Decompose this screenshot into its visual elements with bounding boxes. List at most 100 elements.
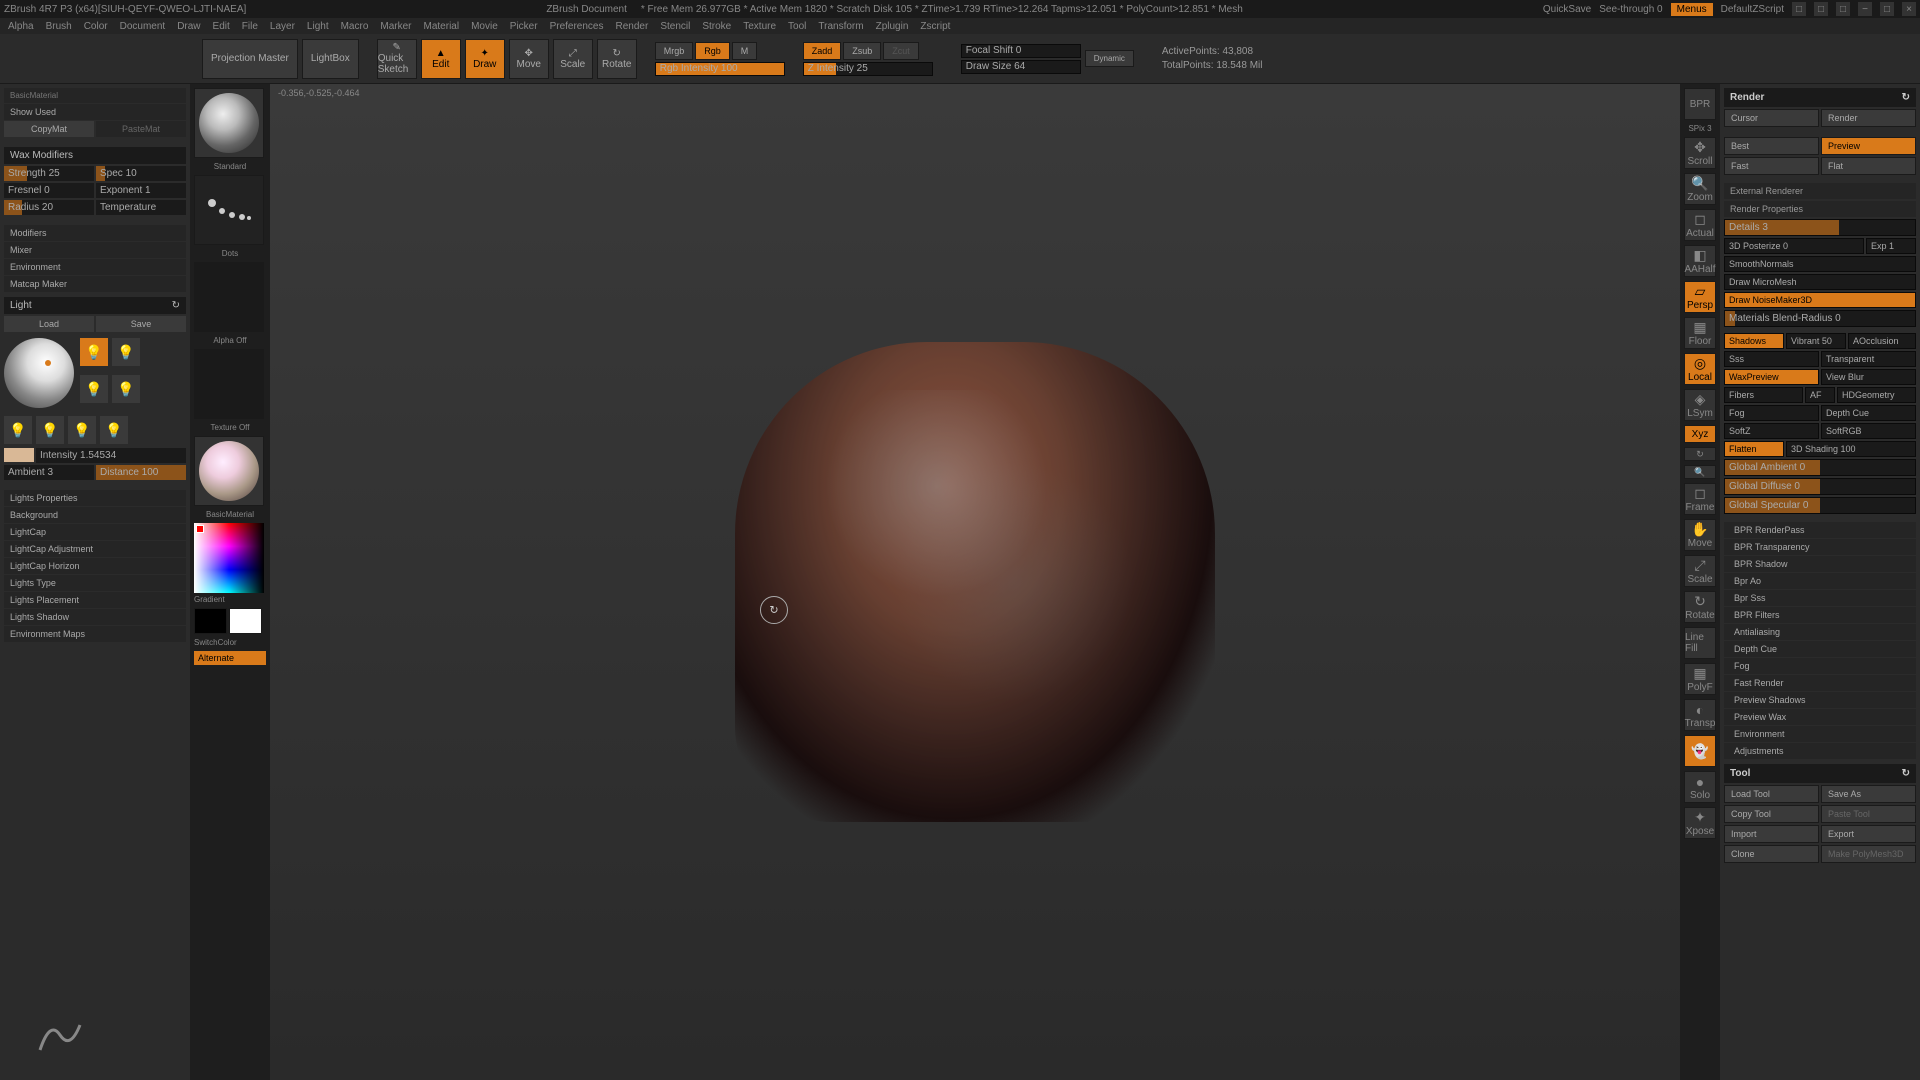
softrgb-btn[interactable]: SoftRGB bbox=[1821, 423, 1916, 439]
texture-thumb[interactable] bbox=[194, 349, 264, 419]
show-used-btn[interactable]: Show Used bbox=[4, 104, 186, 120]
adjustments-item[interactable]: Adjustments bbox=[1724, 743, 1916, 759]
polymesh-btn[interactable]: Make PolyMesh3D bbox=[1821, 845, 1916, 863]
seethrough-slider[interactable]: See-through 0 bbox=[1599, 4, 1662, 15]
fast-btn[interactable]: Fast bbox=[1724, 157, 1819, 175]
menu-movie[interactable]: Movie bbox=[471, 21, 498, 32]
antialiasing-item[interactable]: Antialiasing bbox=[1724, 624, 1916, 640]
refresh-icon[interactable]: ↻ bbox=[1902, 768, 1910, 779]
z-intensity-slider[interactable]: Z Intensity 25 bbox=[803, 62, 933, 76]
light-2-icon[interactable]: 💡 bbox=[112, 338, 140, 366]
light-1-icon[interactable]: 💡 bbox=[80, 338, 108, 366]
bpr-ao-item[interactable]: Bpr Ao bbox=[1724, 573, 1916, 589]
fog2-item[interactable]: Fog bbox=[1724, 658, 1916, 674]
preview-wax-item[interactable]: Preview Wax bbox=[1724, 709, 1916, 725]
switchcolor-btn[interactable]: SwitchColor bbox=[194, 638, 266, 647]
menu-render[interactable]: Render bbox=[616, 21, 649, 32]
lightbox-btn[interactable]: LightBox bbox=[302, 39, 359, 79]
render-section-title[interactable]: Render↻ bbox=[1724, 88, 1916, 107]
scale-nav-btn[interactable]: ⤢Scale bbox=[1684, 555, 1716, 587]
pastetool-btn[interactable]: Paste Tool bbox=[1821, 805, 1916, 823]
wax-modifiers-header[interactable]: Wax Modifiers bbox=[4, 147, 186, 164]
window-btn-3[interactable]: □ bbox=[1836, 2, 1850, 16]
lightcap-hor-item[interactable]: LightCap Horizon bbox=[4, 558, 186, 574]
close-icon[interactable]: × bbox=[1902, 2, 1916, 16]
lightcap-adj-item[interactable]: LightCap Adjustment bbox=[4, 541, 186, 557]
strength-slider[interactable]: Strength 25 bbox=[4, 166, 94, 181]
lights-place-item[interactable]: Lights Placement bbox=[4, 592, 186, 608]
fibers-btn[interactable]: Fibers bbox=[1724, 387, 1803, 403]
canvas-viewport[interactable]: -0.356,-0.525,-0.464 bbox=[270, 84, 1680, 1080]
drawsize-slider[interactable]: Draw Size 64 bbox=[961, 60, 1081, 74]
color-picker[interactable] bbox=[194, 523, 264, 593]
rot-indicator[interactable]: ↻ bbox=[1684, 447, 1716, 461]
menu-material[interactable]: Material bbox=[424, 21, 460, 32]
exponent-slider[interactable]: Exponent 1 bbox=[96, 183, 186, 198]
linefill-btn[interactable]: Line Fill bbox=[1684, 627, 1716, 659]
menu-color[interactable]: Color bbox=[84, 21, 108, 32]
export-btn[interactable]: Export bbox=[1821, 825, 1916, 843]
posterize-slider[interactable]: 3D Posterize 0 bbox=[1724, 238, 1864, 254]
env-maps-item[interactable]: Environment Maps bbox=[4, 626, 186, 642]
menu-macro[interactable]: Macro bbox=[341, 21, 369, 32]
lights-type-item[interactable]: Lights Type bbox=[4, 575, 186, 591]
light-8-icon[interactable]: 💡 bbox=[100, 416, 128, 444]
matcap-item[interactable]: Matcap Maker bbox=[4, 276, 186, 292]
zoom-btn[interactable]: 🔍Zoom bbox=[1684, 173, 1716, 205]
menu-edit[interactable]: Edit bbox=[213, 21, 230, 32]
scale-btn[interactable]: ⤢Scale bbox=[553, 39, 593, 79]
aahalf-btn[interactable]: ◧AAHalf bbox=[1684, 245, 1716, 277]
alpha-thumb[interactable] bbox=[194, 262, 264, 332]
menu-tool[interactable]: Tool bbox=[788, 21, 806, 32]
menu-alpha[interactable]: Alpha bbox=[8, 21, 34, 32]
flat-btn[interactable]: Flat bbox=[1821, 157, 1916, 175]
environment2-item[interactable]: Environment bbox=[1724, 726, 1916, 742]
spec-slider[interactable]: Spec 10 bbox=[96, 166, 186, 181]
clone-btn[interactable]: Clone bbox=[1724, 845, 1819, 863]
mixer-item[interactable]: Mixer bbox=[4, 242, 186, 258]
bpr-renderpass-item[interactable]: BPR RenderPass bbox=[1724, 522, 1916, 538]
brush-thumb[interactable] bbox=[194, 88, 264, 158]
zadd-btn[interactable]: Zadd bbox=[803, 42, 842, 60]
bpr-sss-item[interactable]: Bpr Sss bbox=[1724, 590, 1916, 606]
polyf-btn[interactable]: ▦PolyF bbox=[1684, 663, 1716, 695]
m-btn[interactable]: M bbox=[732, 42, 758, 60]
mrgb-btn[interactable]: Mrgb bbox=[655, 42, 694, 60]
best-btn[interactable]: Best bbox=[1724, 137, 1819, 155]
import-btn[interactable]: Import bbox=[1724, 825, 1819, 843]
modifiers-item[interactable]: Modifiers bbox=[4, 225, 186, 241]
fresnel-slider[interactable]: Fresnel 0 bbox=[4, 183, 94, 198]
cursor-btn[interactable]: Cursor bbox=[1724, 109, 1819, 127]
menu-texture[interactable]: Texture bbox=[743, 21, 776, 32]
quicksketch-btn[interactable]: ✎Quick Sketch bbox=[377, 39, 417, 79]
transp-btn[interactable]: ◐Transp bbox=[1684, 699, 1716, 731]
menu-brush[interactable]: Brush bbox=[46, 21, 72, 32]
background-item[interactable]: Background bbox=[4, 507, 186, 523]
rotate-btn[interactable]: ↻Rotate bbox=[597, 39, 637, 79]
menu-zscript[interactable]: Zscript bbox=[920, 21, 950, 32]
menu-light[interactable]: Light bbox=[307, 21, 329, 32]
lsym-btn[interactable]: ◈LSym bbox=[1684, 389, 1716, 421]
light-color-swatch[interactable] bbox=[4, 448, 34, 462]
draw-btn[interactable]: ✦Draw bbox=[465, 39, 505, 79]
focal-slider[interactable]: Focal Shift 0 bbox=[961, 44, 1081, 58]
stroke-thumb[interactable] bbox=[194, 175, 264, 245]
scroll-btn[interactable]: ✥Scroll bbox=[1684, 137, 1716, 169]
menu-stencil[interactable]: Stencil bbox=[660, 21, 690, 32]
environment-item[interactable]: Environment bbox=[4, 259, 186, 275]
xpose-btn[interactable]: ✦Xpose bbox=[1684, 807, 1716, 839]
window-btn-1[interactable]: □ bbox=[1792, 2, 1806, 16]
light-3-icon[interactable]: 💡 bbox=[80, 375, 108, 403]
light-sphere[interactable] bbox=[4, 338, 74, 408]
spix-label[interactable]: SPix 3 bbox=[1688, 124, 1711, 133]
light-5-icon[interactable]: 💡 bbox=[4, 416, 32, 444]
hdgeometry-btn[interactable]: HDGeometry bbox=[1837, 387, 1916, 403]
zoom-indicator[interactable]: 🔍 bbox=[1684, 465, 1716, 479]
alternate-btn[interactable]: Alternate bbox=[194, 651, 266, 665]
gradient-label[interactable]: Gradient bbox=[194, 595, 266, 604]
flatten-btn[interactable]: Flatten bbox=[1724, 441, 1784, 457]
depthcue2-item[interactable]: Depth Cue bbox=[1724, 641, 1916, 657]
depthcue-btn[interactable]: Depth Cue bbox=[1821, 405, 1916, 421]
preview-shadows-item[interactable]: Preview Shadows bbox=[1724, 692, 1916, 708]
solo-btn[interactable]: ●Solo bbox=[1684, 771, 1716, 803]
